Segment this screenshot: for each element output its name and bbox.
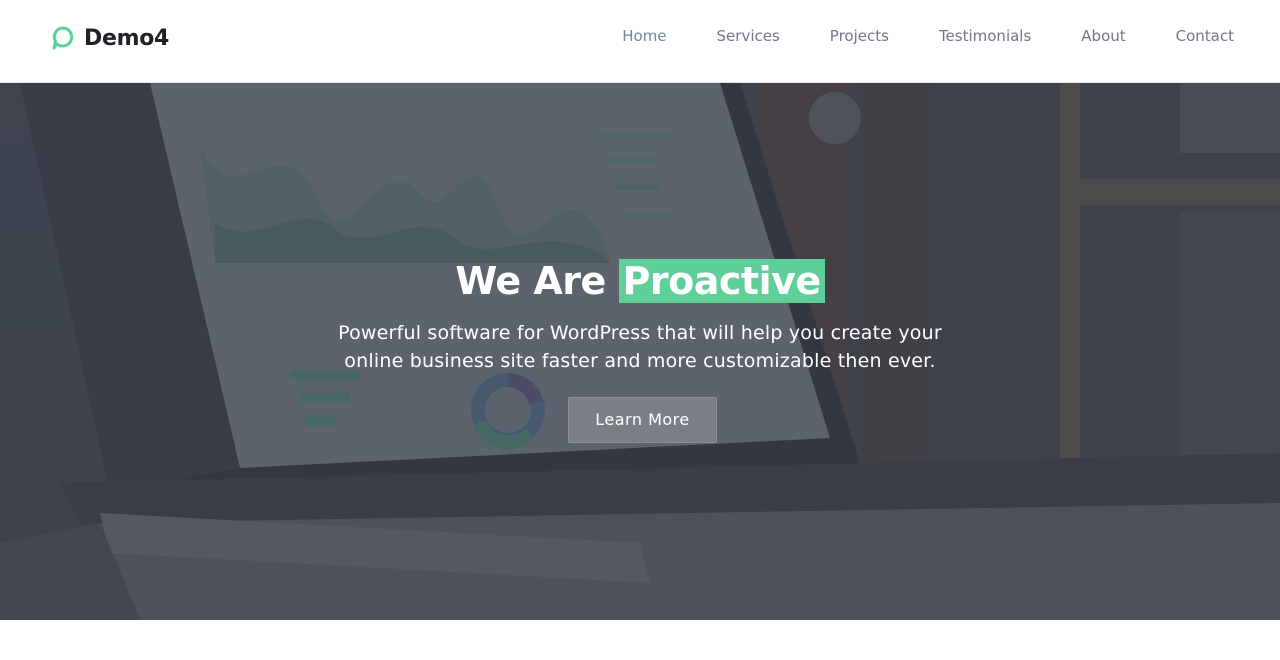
hero-title-highlight: Proactive (618, 259, 825, 303)
hero-title: We Are Proactive (0, 259, 1280, 303)
brand-name: Demo4 (84, 25, 170, 51)
site-header: Demo4 Home Services Projects Testimonial… (0, 0, 1280, 83)
nav-about[interactable]: About (1081, 27, 1125, 45)
speech-bubble-logo-icon (52, 26, 74, 50)
nav-contact[interactable]: Contact (1176, 27, 1234, 45)
nav-home[interactable]: Home (622, 27, 666, 45)
hero-title-prefix: We Are (455, 259, 606, 303)
nav-testimonials[interactable]: Testimonials (939, 27, 1031, 45)
below-hero-section (0, 620, 1280, 660)
nav-services[interactable]: Services (717, 27, 780, 45)
hero-content: We Are Proactive Powerful software for W… (0, 83, 1280, 620)
hero-subtitle-line2: online business site faster and more cus… (344, 350, 936, 372)
main-nav: Home Services Projects Testimonials Abou… (572, 27, 1234, 45)
hero-subtitle-line1: Powerful software for WordPress that wil… (338, 322, 942, 344)
hero-subtitle: Powerful software for WordPress that wil… (290, 319, 990, 375)
nav-projects[interactable]: Projects (830, 27, 889, 45)
brand-logo[interactable]: Demo4 (50, 24, 169, 52)
learn-more-button[interactable]: Learn More (568, 397, 717, 443)
hero-section: We Are Proactive Powerful software for W… (0, 83, 1280, 620)
